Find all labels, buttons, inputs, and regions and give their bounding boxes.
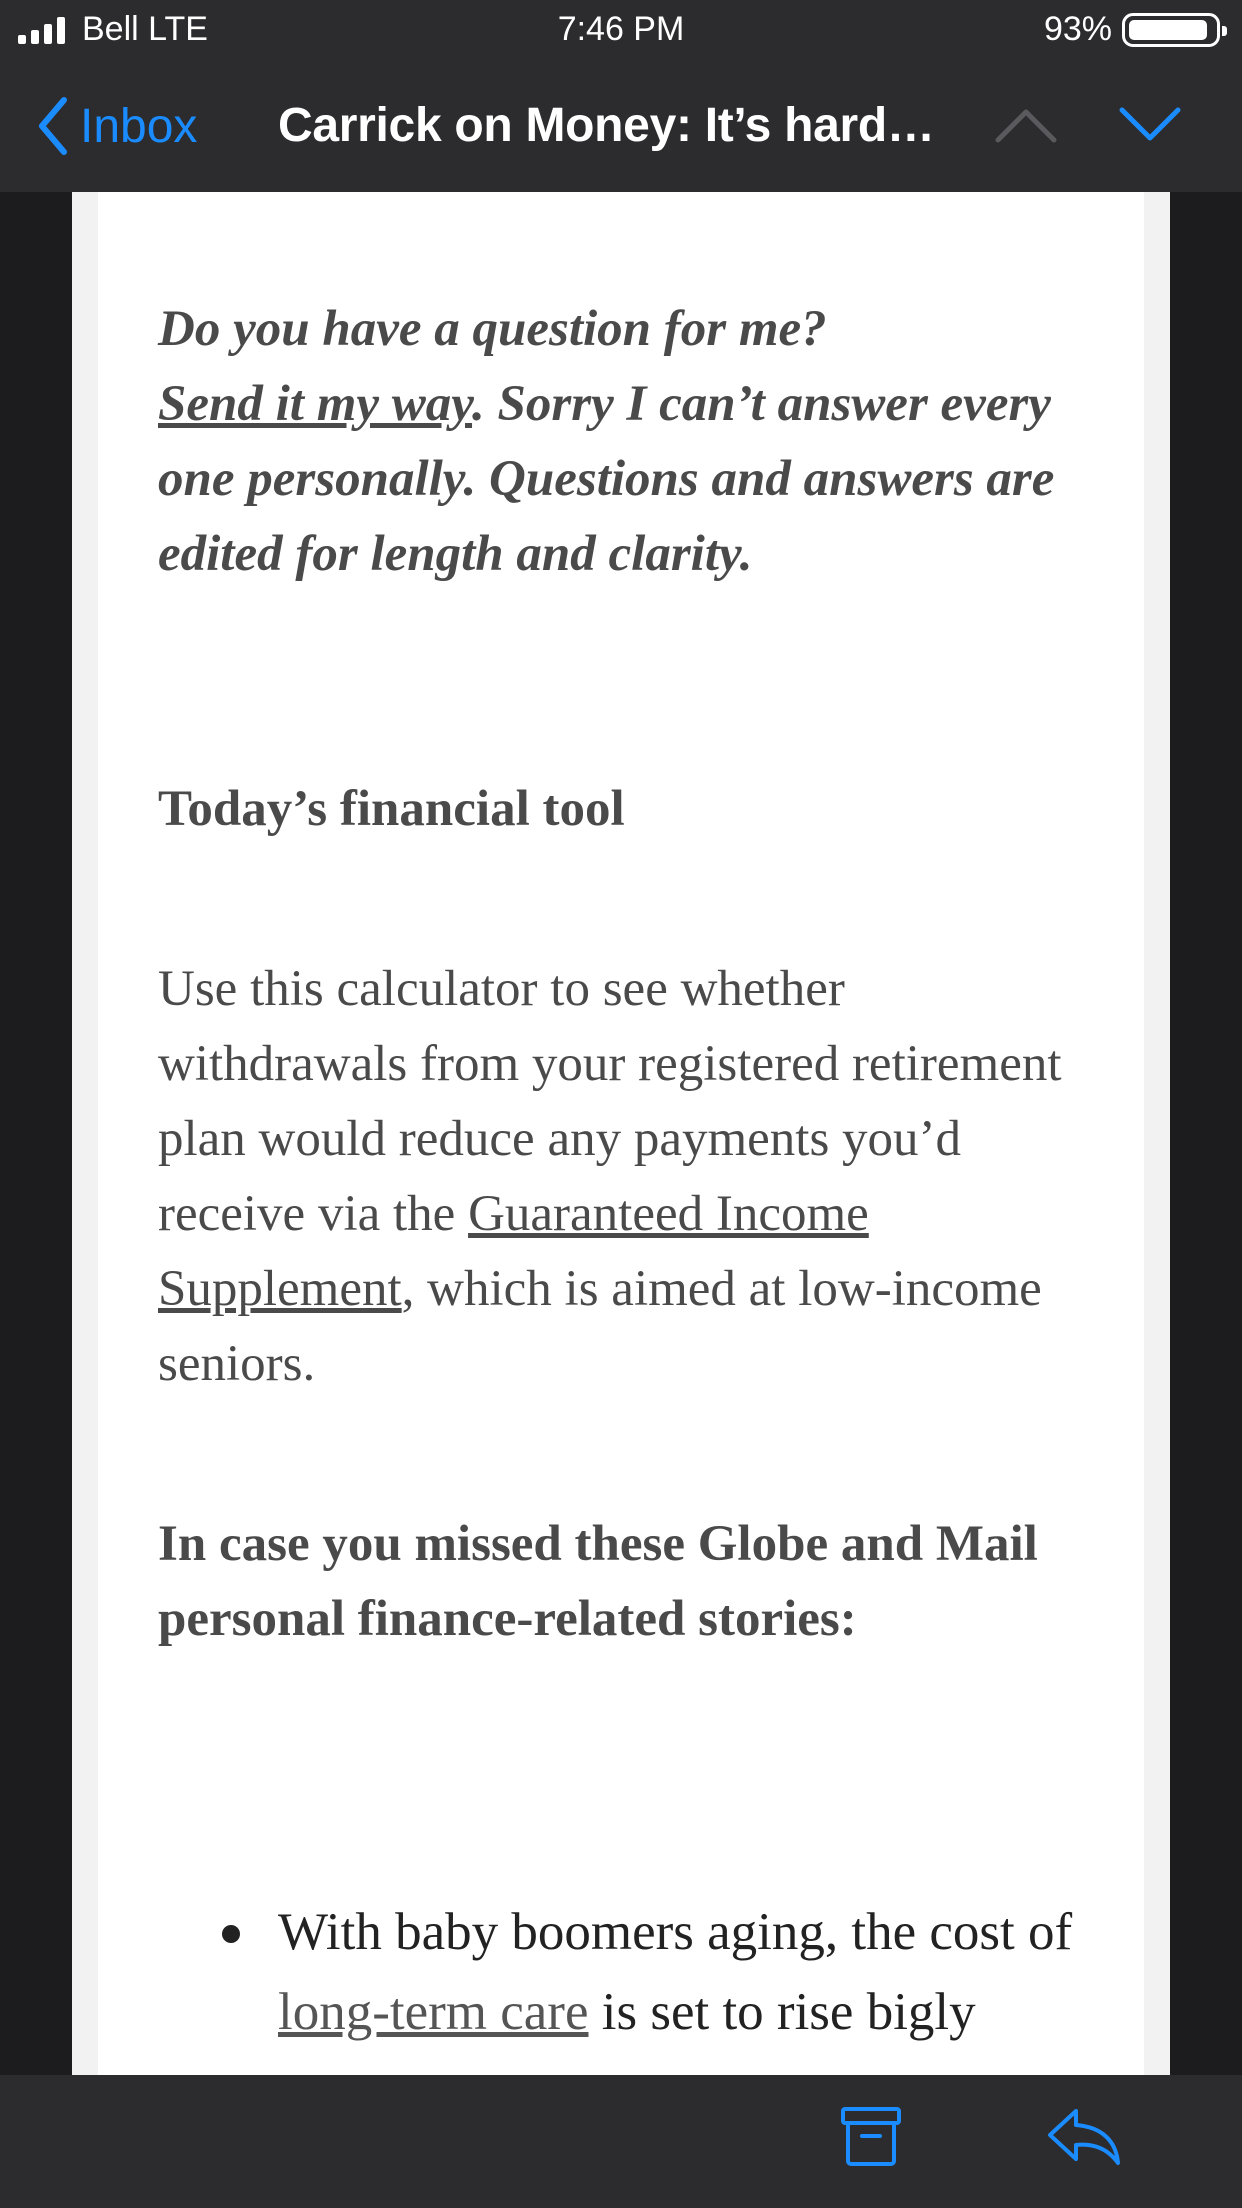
chevron-down-icon <box>1119 107 1181 141</box>
next-message-button[interactable] <box>1118 100 1182 155</box>
archive-button[interactable] <box>840 2105 902 2172</box>
status-bar: Bell LTE 7:46 PM 93% <box>0 0 1242 60</box>
email-subject-title: Carrick on Money: It’s hard… <box>278 99 935 152</box>
reader-question-intro: Do you have a question for me? Send it m… <box>158 292 1078 592</box>
long-term-care-link[interactable]: long-term care <box>278 1983 588 2041</box>
reply-button[interactable] <box>1046 2107 1122 2172</box>
story-list: With baby boomers aging, the cost of lon… <box>158 1892 1078 2052</box>
nav-bar: Inbox Carrick on Money: It’s hard… <box>0 60 1242 192</box>
financial-tool-description: Use this calculator to see whether withd… <box>158 952 1088 1402</box>
story-text-after-link: is set to rise bigly <box>588 1983 976 2041</box>
back-to-inbox-button[interactable]: Inbox <box>36 94 197 158</box>
send-question-link[interactable]: Send it my way <box>158 376 472 432</box>
chevron-up-icon <box>995 109 1057 143</box>
bottom-toolbar <box>0 2075 1242 2208</box>
story-text-before-link: With baby boomers aging, the cost of <box>278 1903 1073 1961</box>
battery-percentage: 93% <box>1043 10 1112 48</box>
battery-icon <box>1122 13 1227 47</box>
bullet-icon <box>222 1925 240 1943</box>
missed-stories-heading: In case you missed these Globe and Mail … <box>158 1516 1038 1647</box>
intro-question: Do you have a question for me? <box>158 301 827 357</box>
list-item: With baby boomers aging, the cost of lon… <box>158 1892 1078 2052</box>
back-label: Inbox <box>80 99 198 153</box>
reply-icon <box>1048 2109 1120 2165</box>
previous-message-button[interactable] <box>994 100 1058 155</box>
email-body[interactable]: Do you have a question for me? Send it m… <box>72 192 1170 2075</box>
financial-tool-heading: Today’s financial tool <box>158 781 625 837</box>
chevron-left-icon <box>39 97 67 155</box>
archive-icon <box>841 2107 901 2166</box>
email-content-card: Do you have a question for me? Send it m… <box>98 192 1144 2075</box>
